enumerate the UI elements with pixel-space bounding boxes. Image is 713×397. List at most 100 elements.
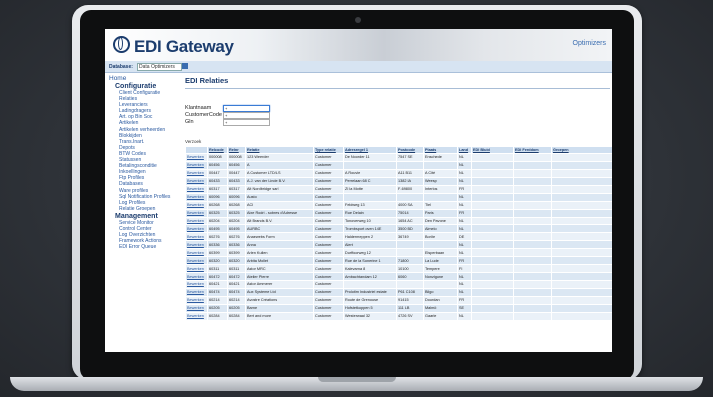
edit-link[interactable]: Bewerken bbox=[185, 224, 208, 234]
filter-input[interactable]: + bbox=[223, 112, 270, 119]
table-cell: Dourdan bbox=[423, 295, 458, 305]
column-header[interactable]: Relcode bbox=[207, 146, 228, 154]
table-cell: 60456 bbox=[207, 160, 228, 170]
table-body: Bewerken 000008 000008 123 Weerder Customer D… bbox=[185, 153, 612, 321]
filter-input[interactable]: + bbox=[223, 119, 270, 126]
table-cell bbox=[513, 287, 552, 297]
table-cell: Den Pavone bbox=[423, 216, 458, 226]
table-cell bbox=[471, 287, 514, 297]
table-cell: 123 Weerder bbox=[245, 153, 314, 162]
column-header[interactable]: Type relatie bbox=[313, 146, 344, 154]
table-cell: 00447 bbox=[207, 168, 228, 178]
edit-link[interactable]: Bewerken bbox=[185, 287, 208, 297]
table-cell: Durffoorweg 12 bbox=[343, 248, 397, 258]
table-cell bbox=[471, 160, 514, 170]
column-header[interactable]: Relatie bbox=[245, 146, 314, 154]
table-cell: 000008 bbox=[227, 153, 246, 162]
sidebar-item[interactable]: EDI Error Queue bbox=[119, 244, 179, 250]
table-cell: Customer bbox=[313, 200, 344, 210]
table-cell: Customer bbox=[313, 280, 344, 289]
column-header[interactable]: Adresregel 1 bbox=[343, 146, 397, 154]
table-cell: Customer bbox=[313, 303, 344, 313]
table-cell: 60214 bbox=[227, 295, 246, 305]
filter-input[interactable]: + bbox=[223, 105, 270, 112]
edit-link[interactable]: Bewerken bbox=[185, 240, 208, 250]
sidebar-home-link[interactable]: Home bbox=[109, 75, 179, 82]
table-cell bbox=[513, 192, 552, 202]
table-cell: Arbita Mollet bbox=[245, 256, 314, 266]
table-cell bbox=[551, 303, 612, 313]
sidebar-section-configuratie[interactable]: Configuratie bbox=[115, 83, 179, 90]
table-cell: Bert and more bbox=[245, 311, 314, 321]
table-cell bbox=[471, 311, 514, 321]
table-cell: Customer bbox=[313, 192, 344, 202]
edit-link[interactable]: Bewerken bbox=[185, 256, 208, 266]
table-cell: 71800 bbox=[396, 256, 424, 266]
table-cell bbox=[396, 192, 424, 202]
edit-link[interactable]: Bewerken bbox=[185, 272, 208, 281]
table-cell bbox=[423, 160, 458, 170]
table-cell bbox=[551, 232, 612, 242]
table-cell: Customer bbox=[313, 311, 344, 321]
table-cell: NL bbox=[457, 200, 472, 210]
table-cell bbox=[551, 240, 612, 250]
column-header[interactable]: Plaats bbox=[423, 146, 458, 154]
table-cell bbox=[513, 216, 552, 226]
sidebar-item[interactable]: Sql Notification Profiles bbox=[119, 194, 179, 200]
edit-link[interactable]: Bewerken bbox=[185, 184, 208, 194]
table-cell: Alt Nordbridge sarl bbox=[245, 184, 314, 194]
edit-link[interactable]: Bewerken bbox=[185, 295, 208, 305]
table-cell: 60311 bbox=[207, 264, 228, 274]
table-cell: De Noorder 11 bbox=[343, 153, 397, 162]
edit-link[interactable]: Bewerken bbox=[185, 168, 208, 178]
column-header[interactable]: Postcode bbox=[396, 146, 424, 154]
app-logo[interactable]: EDI Gateway bbox=[113, 36, 234, 57]
table-cell: Haldermeppen 2 bbox=[343, 232, 397, 242]
edit-link[interactable]: Bewerken bbox=[185, 303, 208, 313]
table-row: Bewerken 60268 60268 ACI Customer Feldweg 13 4… bbox=[185, 200, 612, 210]
table-cell bbox=[551, 280, 612, 289]
table-cell bbox=[551, 192, 612, 202]
column-header[interactable]: Land bbox=[457, 146, 472, 154]
table-cell bbox=[513, 232, 552, 242]
edit-link[interactable]: Bewerken bbox=[185, 216, 208, 226]
table-cell: 60205 bbox=[207, 303, 228, 313]
edit-link[interactable]: Bewerken bbox=[185, 200, 208, 210]
column-header[interactable]: EDI Ferddom bbox=[513, 146, 552, 154]
table-cell: Astor MRC bbox=[245, 264, 314, 274]
edit-link[interactable]: Bewerken bbox=[185, 176, 208, 186]
table-cell: Anaewebs Form bbox=[245, 232, 314, 242]
column-header[interactable]: Relnr bbox=[227, 146, 246, 154]
edit-link[interactable]: Bewerken bbox=[185, 232, 208, 242]
table-cell bbox=[551, 264, 612, 274]
edit-link[interactable]: Bewerken bbox=[185, 248, 208, 258]
table-cell bbox=[513, 311, 552, 321]
edit-link[interactable]: Bewerken bbox=[185, 153, 208, 162]
table-cell: 60472 bbox=[227, 272, 246, 281]
table-row: Bewerken 60325 60325 Aixe Rodri - sobres d'… bbox=[185, 208, 612, 218]
table-cell: 60320 bbox=[207, 256, 228, 266]
table-cell: Anna bbox=[245, 240, 314, 250]
edit-link[interactable]: Bewerken bbox=[185, 264, 208, 274]
globe-icon bbox=[113, 36, 130, 53]
sidebar-section-management[interactable]: Management bbox=[115, 213, 179, 220]
edit-link[interactable]: Bewerken bbox=[185, 160, 208, 170]
table-row: Bewerken 60214 60214 Avostre Créations Custo… bbox=[185, 295, 612, 305]
database-go-button[interactable] bbox=[182, 63, 188, 69]
table-cell bbox=[551, 160, 612, 170]
sidebar-item[interactable]: Relatie Groepen bbox=[119, 206, 179, 212]
database-select[interactable]: Data Optimizers bbox=[137, 63, 182, 71]
edit-link[interactable]: Bewerken bbox=[185, 311, 208, 321]
edit-link[interactable]: Bewerken bbox=[185, 192, 208, 202]
table-cell: 60205 bbox=[227, 303, 246, 313]
edit-link[interactable]: Bewerken bbox=[185, 280, 208, 289]
table-cell: Customer bbox=[313, 168, 344, 178]
column-header[interactable]: Groepen bbox=[551, 146, 612, 154]
table-cell: Customer bbox=[313, 264, 344, 274]
edit-link[interactable]: Bewerken bbox=[185, 208, 208, 218]
table-cell: NL bbox=[457, 311, 472, 321]
column-header[interactable] bbox=[185, 146, 208, 154]
column-header[interactable]: EDI Bluid bbox=[471, 146, 514, 154]
table-row: Bewerken 60205 60205 Barne Customer Hofstetko… bbox=[185, 303, 612, 313]
table-cell: Malmö bbox=[423, 303, 458, 313]
